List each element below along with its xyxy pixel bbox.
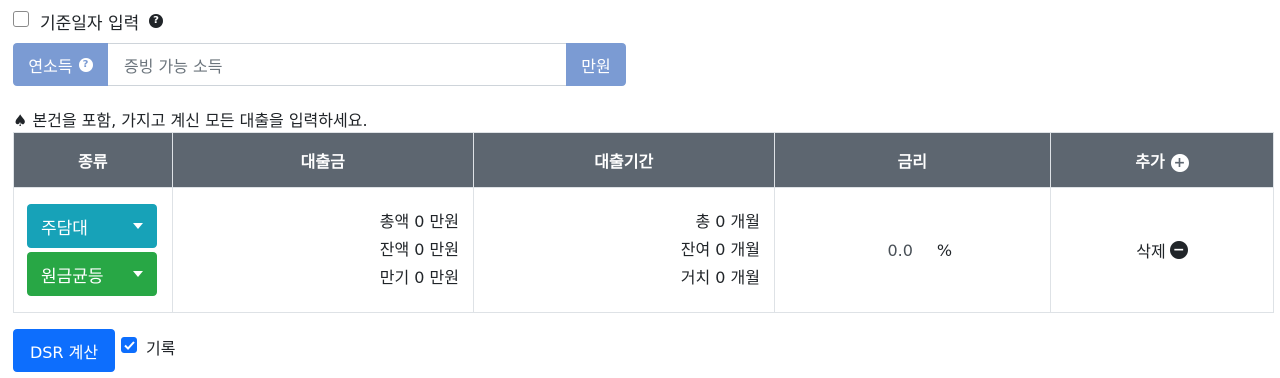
record-checkbox[interactable] — [121, 337, 137, 353]
loan-table: 종류 대출금 대출기간 금리 추가 + 주담대 원금균등 총액 0 만원 잔액 … — [13, 132, 1274, 313]
question-circle-icon[interactable]: ? — [78, 57, 93, 72]
minus-circle-icon[interactable]: − — [1169, 241, 1188, 259]
rate-cell: 0.0 % — [774, 187, 1051, 313]
question-circle-icon[interactable]: ? — [149, 14, 163, 28]
table-row: 주담대 원금균등 총액 0 만원 잔액 0 만원 만기 0 만원 총 0 개월 … — [13, 187, 1274, 313]
period-grace-value[interactable]: 0 — [715, 268, 725, 287]
notice: ♠ 본건을 포함, 가지고 계신 모든 대출을 입력하세요. — [13, 107, 368, 131]
period-cell: 총 0 개월 잔여 0 개월 거치 0 개월 — [473, 187, 775, 313]
period-total-label: 총 — [695, 212, 711, 231]
header-rate: 금리 — [774, 132, 1051, 188]
check-icon — [123, 340, 135, 350]
income-label-text: 연소득 — [28, 56, 73, 76]
base-date-checkbox[interactable] — [13, 11, 29, 27]
repay-type-dropdown[interactable]: 원금균등 — [27, 252, 157, 296]
amount-balance-value[interactable]: 0 — [414, 240, 424, 259]
caret-down-icon — [133, 223, 143, 229]
amount-total-line: 총액 0 만원 — [173, 208, 459, 236]
period-remain-value[interactable]: 0 — [715, 240, 725, 259]
header-type: 종류 — [13, 132, 173, 188]
amount-balance-line: 잔액 0 만원 — [173, 236, 459, 264]
income-input[interactable]: 증빙 가능 소득 — [108, 43, 566, 86]
amount-maturity-line: 만기 0 만원 — [173, 264, 459, 292]
header-period: 대출기간 — [473, 132, 775, 188]
caret-down-icon — [133, 271, 143, 277]
period-remain-label: 잔여 — [680, 240, 711, 259]
delete-cell: 삭제 − — [1050, 187, 1274, 313]
income-unit: 만원 — [566, 43, 626, 86]
plus-circle-icon[interactable]: + — [1170, 153, 1189, 172]
income-input-placeholder: 증빙 가능 소득 — [124, 56, 223, 76]
loan-type-dropdown[interactable]: 주담대 — [27, 204, 157, 248]
notice-text: 본건을 포함, 가지고 계신 모든 대출을 입력하세요. — [32, 111, 368, 130]
amount-unit: 만원 — [429, 268, 459, 287]
delete-button[interactable]: 삭제 − — [1051, 238, 1273, 262]
type-cell: 주담대 원금균등 — [13, 187, 173, 313]
period-grace-label: 거치 — [680, 268, 711, 287]
header-add: 추가 + — [1050, 132, 1274, 188]
amount-maturity-value[interactable]: 0 — [414, 268, 424, 287]
amount-maturity-label: 만기 — [379, 268, 410, 287]
period-unit: 개월 — [730, 212, 760, 231]
amount-cell: 총액 0 만원 잔액 0 만원 만기 0 만원 — [172, 187, 474, 313]
spade-icon: ♠ — [13, 111, 28, 130]
dsr-calculate-button[interactable]: DSR 계산 — [13, 329, 115, 372]
amount-unit: 만원 — [429, 212, 459, 231]
amount-balance-label: 잔액 — [379, 240, 410, 259]
rate-unit: % — [936, 240, 953, 260]
amount-total-value[interactable]: 0 — [414, 212, 424, 231]
period-total-value[interactable]: 0 — [715, 212, 725, 231]
add-label: 추가 — [1135, 152, 1165, 171]
period-unit: 개월 — [730, 268, 760, 287]
repay-type-value: 원금균등 — [41, 266, 104, 287]
period-grace-line: 거치 0 개월 — [474, 264, 760, 292]
period-unit: 개월 — [730, 240, 760, 259]
record-label: 기록 — [146, 339, 176, 358]
income-label: 연소득 ? — [13, 43, 108, 86]
base-date-label: 기준일자 입력 — [40, 14, 140, 34]
rate-input[interactable]: 0.0 — [873, 241, 912, 260]
amount-total-label: 총액 — [379, 212, 410, 231]
period-total-line: 총 0 개월 — [474, 208, 760, 236]
amount-unit: 만원 — [429, 240, 459, 259]
period-remain-line: 잔여 0 개월 — [474, 236, 760, 264]
delete-label: 삭제 — [1136, 242, 1166, 261]
header-amount: 대출금 — [172, 132, 474, 188]
loan-type-value: 주담대 — [41, 218, 88, 239]
